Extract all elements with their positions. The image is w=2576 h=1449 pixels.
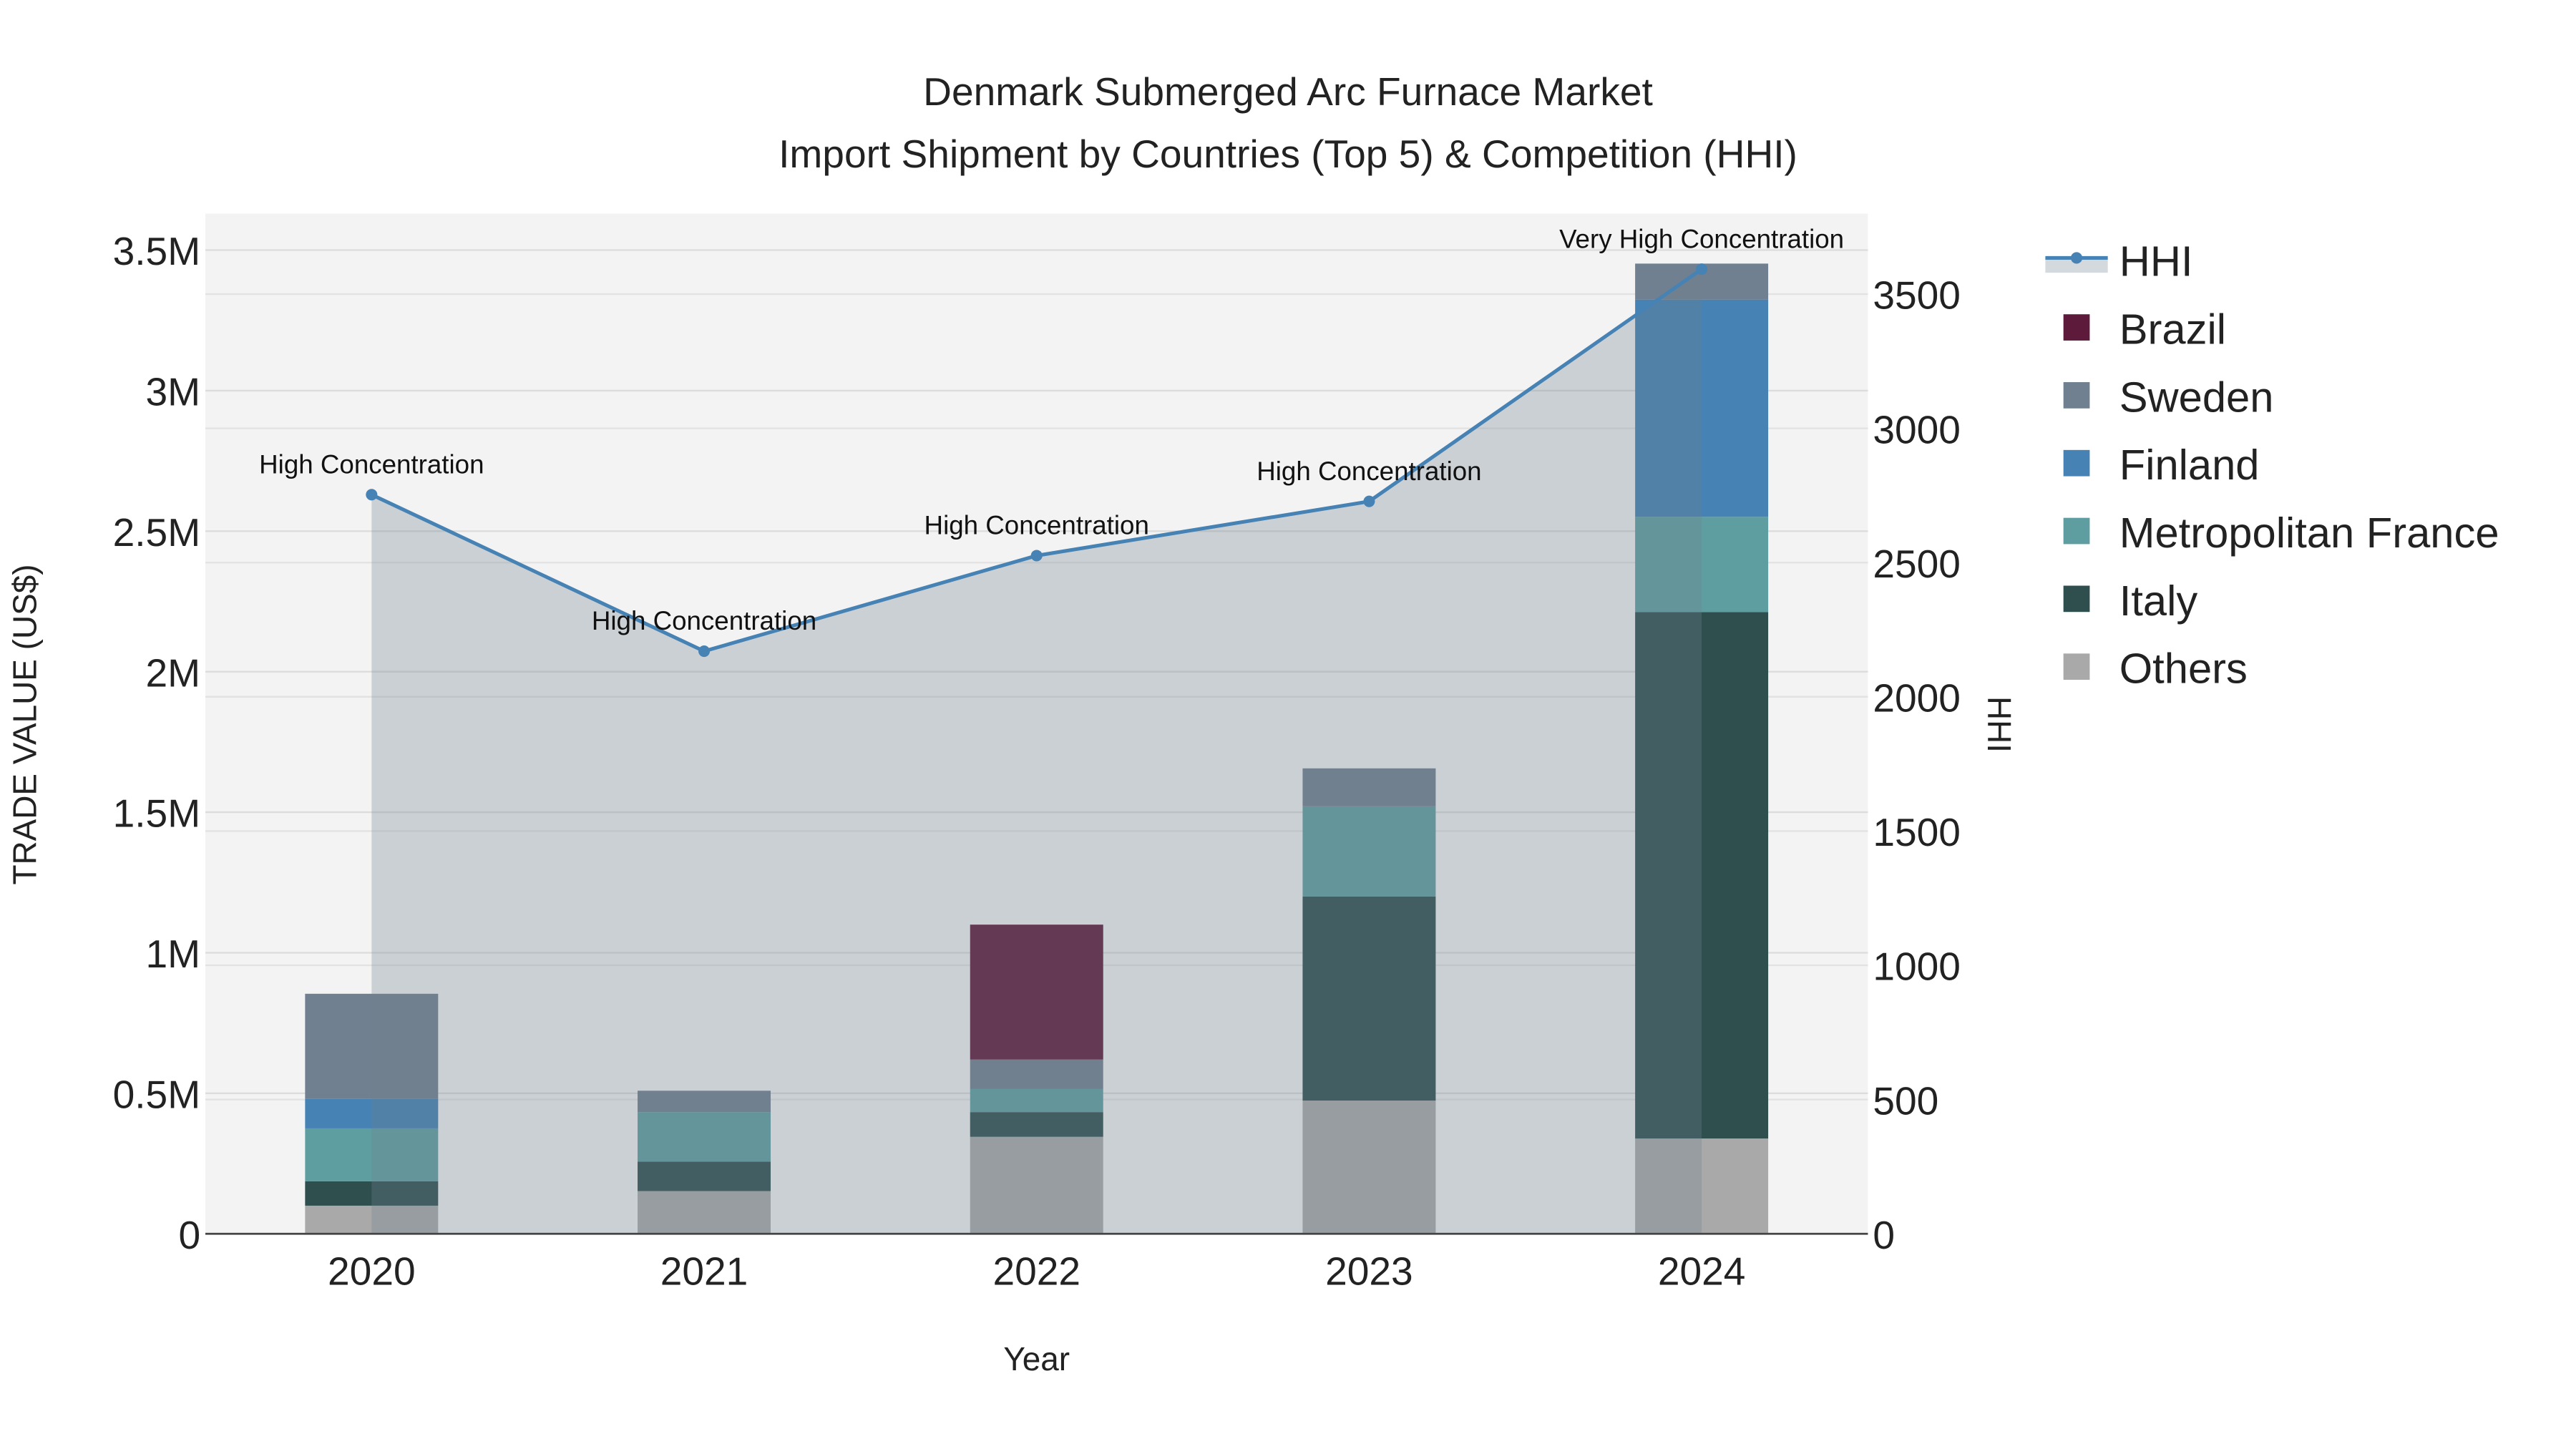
legend-label: Others xyxy=(2119,645,2248,693)
x-tick-label: 2020 xyxy=(328,1249,416,1293)
x-axis-label: Year xyxy=(1003,1340,1070,1377)
legend-marker-hhi xyxy=(2071,252,2083,264)
chart-title: Denmark Submerged Arc Furnace Market xyxy=(923,69,1653,114)
y-tick-label: 1.5M xyxy=(113,791,200,836)
chart: Denmark Submerged Arc Furnace Market Imp… xyxy=(6,69,2499,1377)
y2-tick-label: 3500 xyxy=(1873,273,1961,318)
legend-swatch xyxy=(2063,314,2090,341)
chart-subtitle: Import Shipment by Countries (Top 5) & C… xyxy=(779,132,1797,176)
legend-label: Finland xyxy=(2119,441,2260,489)
legend-label: Sweden xyxy=(2119,373,2274,421)
x-tick-label: 2022 xyxy=(992,1249,1080,1293)
hhi-annotation: Very High Concentration xyxy=(1559,224,1844,253)
legend-swatch xyxy=(2063,449,2090,477)
y-tick-label: 3M xyxy=(146,370,201,414)
x-tick-label: 2024 xyxy=(1658,1249,1746,1293)
y2-tick-label: 2500 xyxy=(1873,542,1961,586)
legend-label: HHI xyxy=(2119,238,2193,286)
y-tick-label: 0.5M xyxy=(113,1073,200,1117)
y-tick-label: 1M xyxy=(146,932,201,976)
y2-tick-label: 0 xyxy=(1873,1213,1895,1257)
y2-tick-label: 1500 xyxy=(1873,810,1961,854)
y-tick-label: 2.5M xyxy=(113,510,200,555)
legend-label: Brazil xyxy=(2119,306,2226,353)
y2-tick-label: 500 xyxy=(1873,1078,1938,1123)
y2-tick-label: 3000 xyxy=(1873,407,1961,452)
legend-label: Italy xyxy=(2119,577,2198,625)
x-tick-label: 2021 xyxy=(660,1249,748,1293)
y-tick-label: 2M xyxy=(146,650,201,695)
legend-swatch xyxy=(2063,585,2090,613)
legend-swatch xyxy=(2063,517,2090,545)
legend: HHI Brazil Sweden Finland Metropolitan Franc… xyxy=(2045,238,2499,693)
y-tick-label: 0 xyxy=(178,1213,200,1257)
legend-swatch xyxy=(2063,653,2090,680)
hhi-point xyxy=(1030,550,1043,562)
legend-label: Metropolitan France xyxy=(2119,509,2499,557)
y2-tick-label: 2000 xyxy=(1873,675,1961,720)
y2-tick-label: 1000 xyxy=(1873,945,1961,989)
y-tick-label: 3.5M xyxy=(113,229,200,273)
legend-swatch xyxy=(2063,382,2090,409)
y2-axis-label: HHI xyxy=(1981,696,2018,753)
hhi-annotation: High Concentration xyxy=(592,606,816,635)
hhi-annotation: High Concentration xyxy=(924,511,1149,540)
hhi-point xyxy=(1363,495,1375,507)
hhi-point xyxy=(1696,263,1708,275)
x-tick-label: 2023 xyxy=(1325,1249,1413,1293)
hhi-point xyxy=(698,645,711,658)
hhi-point xyxy=(366,489,378,501)
y-axis-label: TRADE VALUE (US$) xyxy=(6,564,44,884)
hhi-annotation: High Concentration xyxy=(259,449,484,479)
hhi-annotation: High Concentration xyxy=(1257,457,1481,486)
